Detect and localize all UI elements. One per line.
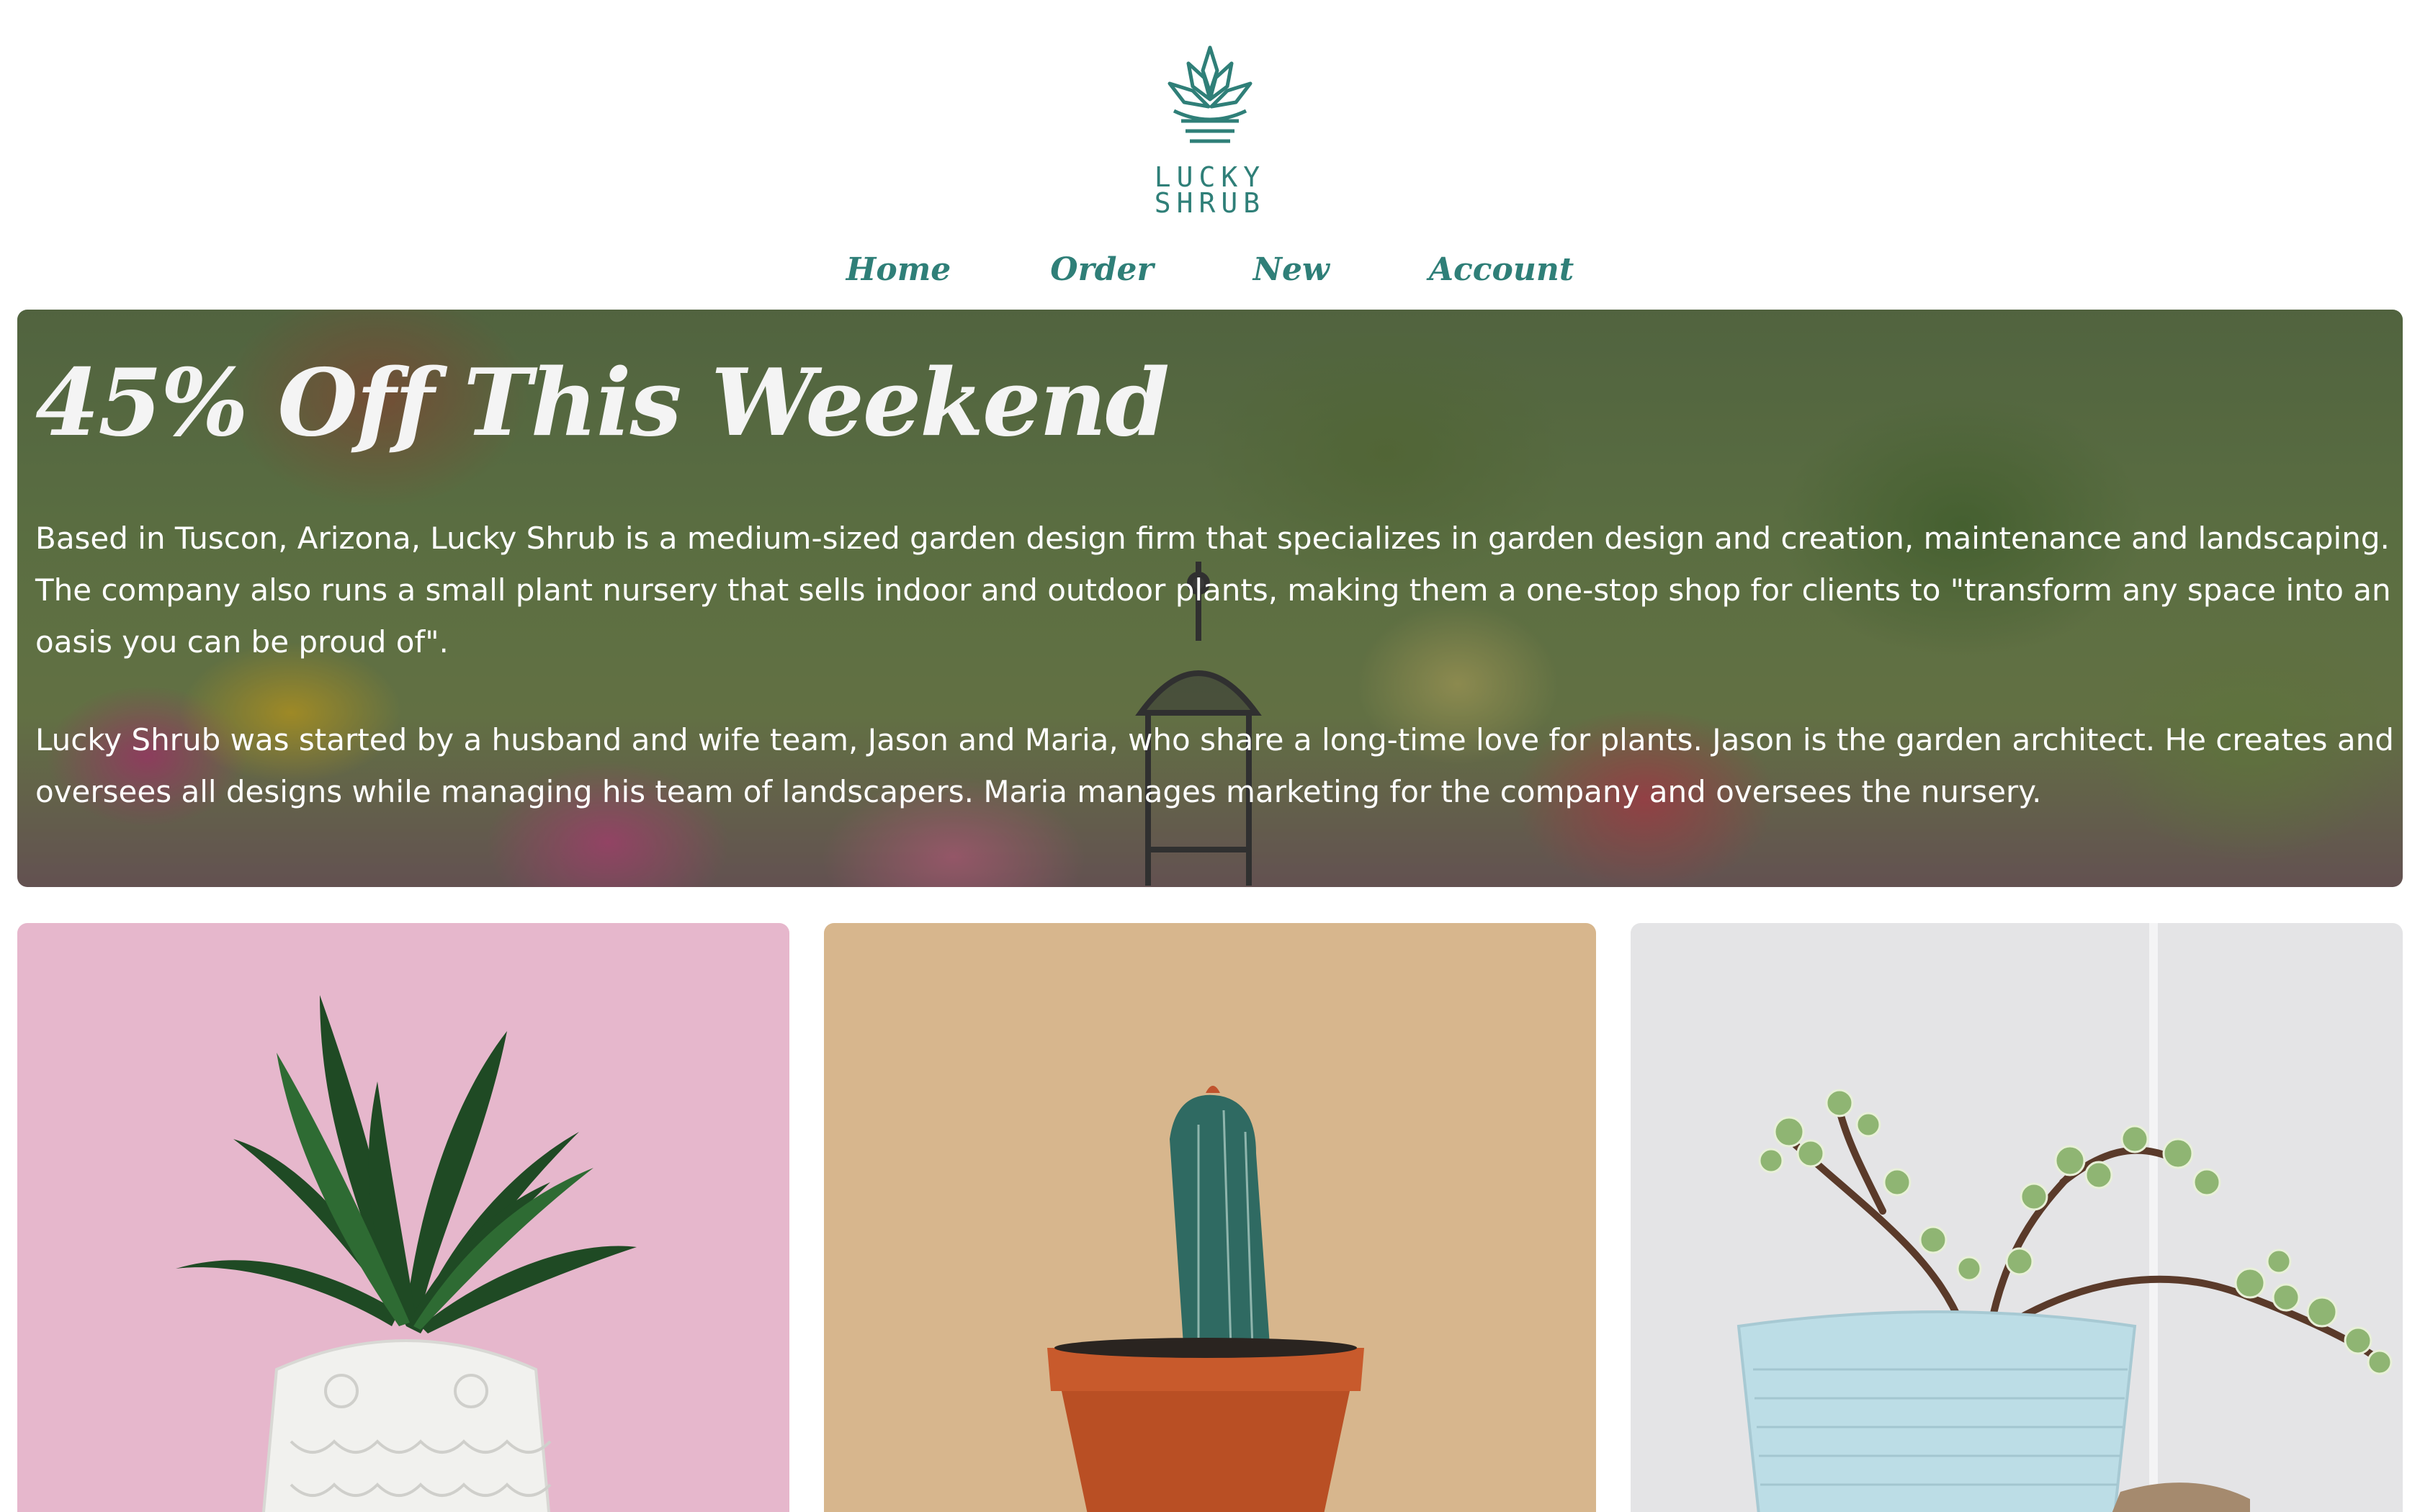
- cactus-terracotta-pot-photo: [1047, 1086, 1364, 1512]
- jade-plant-blue-pot-photo: [1736, 923, 2393, 1512]
- nav-link-new[interactable]: New: [1253, 245, 1330, 295]
- nav-link-account[interactable]: Account: [1429, 245, 1574, 295]
- hero-paragraph-1: Based in Tuscon, Arizona, Lucky Shrub is…: [35, 521, 2391, 660]
- hero-title: 45% Off This Weekend: [35, 349, 1170, 457]
- hero-banner: 45% Off This Weekend Based in Tuscon, Ar…: [17, 310, 2403, 887]
- logo-text-line2: SHRUB: [1154, 187, 1266, 219]
- hero-paragraph-2: Lucky Shrub was started by a husband and…: [35, 722, 2394, 809]
- nav-link-home[interactable]: Home: [846, 245, 951, 295]
- dracaena-owl-pot-photo: [176, 995, 637, 1512]
- nav-link-order[interactable]: Order: [1050, 245, 1153, 295]
- product-card-2[interactable]: [824, 923, 1596, 1512]
- brand-logo[interactable]: LUCKY SHRUB: [1152, 42, 1268, 222]
- product-card-1[interactable]: [17, 923, 789, 1512]
- product-card-3[interactable]: [1631, 923, 2403, 1512]
- succulent-logo-icon: [1168, 45, 1252, 143]
- main-nav: Home Order New Account: [0, 245, 2420, 295]
- page: LUCKY SHRUB Home Order New Account 45% O…: [0, 0, 2420, 1512]
